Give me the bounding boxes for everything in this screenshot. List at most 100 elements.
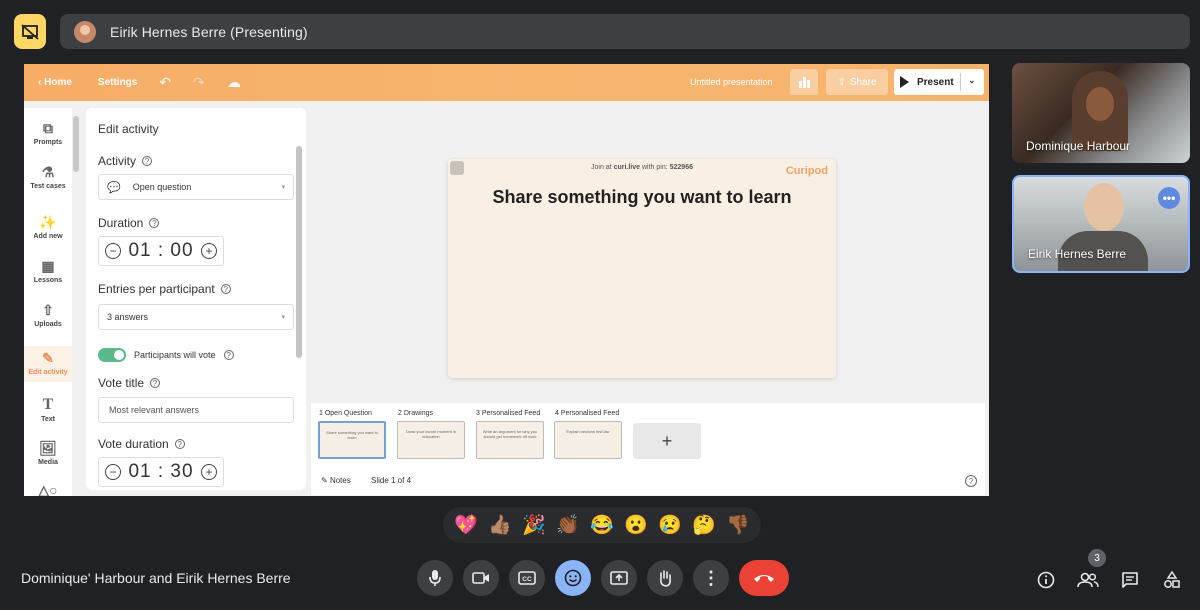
help-icon[interactable]: ? [149,218,160,228]
sparkling-heart-reaction[interactable]: 💖 [454,516,478,535]
vote-toggle-row: Participants will vote ? [98,348,294,362]
more-options-icon: ⋮ [702,568,720,588]
laughing-reaction[interactable]: 😂 [590,516,614,535]
shared-screen: ‹ Home Settings ↶ ↷ ☁ Untitled presentat… [24,64,989,496]
help-icon[interactable]: ? [223,350,234,360]
presentation-title[interactable]: Untitled presentation [690,77,773,87]
minus-icon[interactable]: − [105,464,121,480]
chat-button[interactable] [1118,568,1142,592]
svg-text:CC: CC [522,576,532,583]
rail-scrollbar[interactable] [73,116,79,172]
rail-item-media[interactable]: 🖼 Media [24,440,72,466]
rail-label: Prompts [33,139,63,146]
more-options-button[interactable]: ⋮ [693,560,729,596]
redo-icon[interactable]: ↷ [193,74,205,91]
rail-item-prompts[interactable]: ⧉ Prompts [24,120,72,146]
panel-scrollbar[interactable] [296,146,302,358]
rail-item-lessons[interactable]: ▦ Lessons [24,258,72,284]
activities-button[interactable] [1160,568,1184,592]
presenting-banner: Eirik Hernes Berre (Presenting) [60,14,1190,49]
captions-icon: CC [518,571,536,585]
join-pin-text: Join at curi.live with pin: 522966 [448,164,836,171]
participant-tile[interactable]: ••• Eirik Hernes Berre [1012,175,1190,273]
help-icon[interactable]: ? [174,439,185,449]
activity-select[interactable]: 💬 Open question ▾ [98,174,294,200]
help-icon[interactable]: ? [150,378,161,388]
people-icon [1077,572,1099,588]
captions-button[interactable]: CC [509,560,545,596]
emoji-reactions-button[interactable] [555,560,591,596]
shapes-icon: △○ [38,482,58,496]
participants-vote-toggle[interactable] [98,348,126,362]
rail-item-text[interactable]: T Text [24,396,72,423]
share-icon: ⇪ [837,76,846,88]
slide-question[interactable]: Share something you want to learn [448,187,836,208]
thumbs-up-reaction[interactable]: 👍🏽 [488,516,512,535]
microphone-button[interactable] [417,560,453,596]
rail-label: Lessons [33,277,63,284]
more-options-icon[interactable]: ••• [1158,187,1180,209]
vote-title-input[interactable]: Most relevant answers [98,397,294,423]
end-call-icon [754,575,774,582]
slide-canvas[interactable]: Join at curi.live with pin: 522966 Curip… [448,159,836,378]
slide-preview: Share something you want to learn [326,430,378,440]
edit-activity-icon: ✎ [42,350,54,366]
help-icon[interactable]: ? [142,156,153,166]
participant-tile[interactable]: Dominique Harbour [1012,63,1190,163]
slide-counter: Slide 1 of 4 [371,476,412,485]
rail-item-test-cases[interactable]: ⚗ Test cases [24,164,72,190]
edit-activity-panel: Edit activity Activity? 💬 Open question … [86,108,306,490]
sad-reaction[interactable]: 😢 [658,516,682,535]
home-link[interactable]: ‹ Home [38,77,72,88]
participant-name: Dominique Harbour [1026,139,1131,153]
results-chart-button[interactable] [790,69,818,95]
stop-presenting-button[interactable] [14,14,46,49]
present-icon [610,571,628,585]
share-button[interactable]: ⇪ Share [826,69,888,95]
people-button[interactable] [1076,568,1100,592]
help-icon[interactable]: ? [965,475,977,487]
meeting-details-button[interactable] [1034,568,1058,592]
slide-label: 1 Open Question [319,410,372,417]
rail-item-add-new[interactable]: ✨ Add new [24,214,72,240]
rail-item-shapes[interactable]: △○ [24,482,72,496]
clapping-reaction[interactable]: 👏🏾 [556,516,580,535]
plus-icon[interactable]: + [200,243,217,259]
party-popper-reaction[interactable]: 🎉 [522,516,546,535]
entries-value: 3 answers [107,312,149,322]
flask-icon: ⚗ [41,164,55,180]
slide-thumbnail[interactable]: Write an argument for why you should get… [476,421,544,459]
present-now-button[interactable] [601,560,637,596]
present-button[interactable]: Present ⌄ [894,69,984,95]
thumbs-down-reaction[interactable]: 👎🏾 [726,516,750,535]
plus-icon[interactable]: + [200,464,217,480]
camera-button[interactable] [463,560,499,596]
rail-label: Test cases [30,183,66,190]
activity-value: Open question [132,182,192,192]
divider [960,73,961,91]
thinking-reaction[interactable]: 🤔 [692,516,716,535]
participant-name: Eirik Hernes Berre [1028,247,1127,261]
notes-button[interactable]: ✎ Notes [321,476,351,485]
rail-item-uploads[interactable]: ⇧ Uploads [24,302,72,328]
chevron-down-icon[interactable]: ⌄ [968,75,976,86]
minus-icon[interactable]: − [105,243,121,259]
raise-hand-button[interactable] [647,560,683,596]
slide-preview: Explain neutons first law [566,429,610,434]
slide-label: 4 Personalised Feed [555,410,620,417]
leave-call-button[interactable] [739,560,789,596]
surprised-reaction[interactable]: 😮 [624,516,648,535]
duration-value[interactable]: 01 : 00 [128,240,193,262]
add-slide-button[interactable]: + [633,423,701,459]
join-pin: 522966 [669,164,693,171]
settings-link[interactable]: Settings [98,77,137,88]
slide-thumbnail[interactable]: Draw your favorit moment in education [397,421,465,459]
help-icon[interactable]: ? [220,284,231,294]
entries-select[interactable]: 3 answers ▾ [98,304,294,330]
undo-icon[interactable]: ↶ [159,74,171,91]
rail-item-edit-activity[interactable]: ✎ Edit activity [24,346,72,382]
curipod-logo: Curipod [785,165,828,177]
vote-duration-value[interactable]: 01 : 30 [128,461,193,483]
slide-thumbnail[interactable]: Explain neutons first law [554,421,622,459]
slide-thumbnail[interactable]: Share something you want to learn [318,421,386,459]
